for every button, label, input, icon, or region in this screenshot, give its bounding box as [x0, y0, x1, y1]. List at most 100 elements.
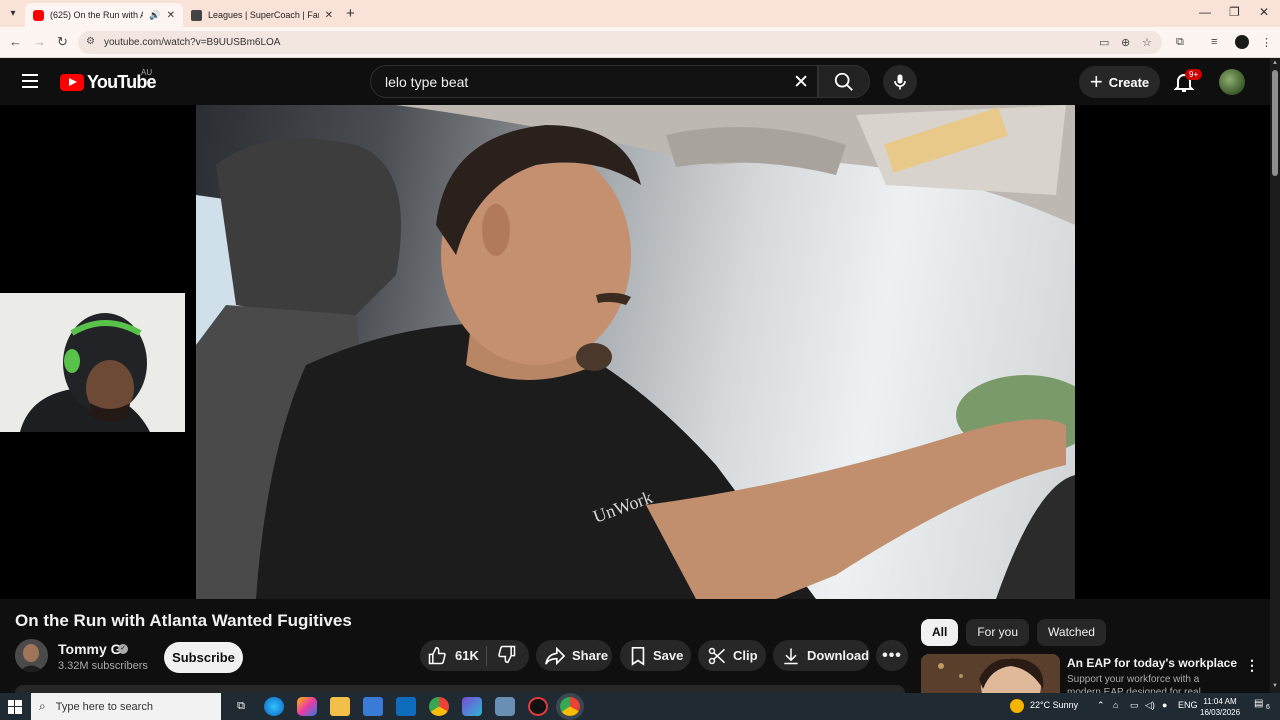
search-icon — [834, 72, 853, 91]
tab-title: Leagues | SuperCoach | Fantasy — [208, 10, 319, 20]
scissors-icon — [708, 647, 726, 664]
channel-avatar-image — [15, 639, 48, 672]
new-tab-icon[interactable]: + — [346, 5, 355, 22]
media-controls-icon[interactable]: ≡ — [1211, 36, 1217, 48]
share-icon — [545, 646, 566, 665]
edge-icon[interactable] — [264, 697, 284, 716]
close-window-icon[interactable]: ✕ — [1259, 5, 1269, 19]
dislike-button[interactable] — [487, 644, 517, 667]
taskbar-search-placeholder: Type here to search — [55, 700, 153, 713]
scroll-thumb[interactable] — [1272, 70, 1278, 176]
download-button[interactable]: Download — [773, 640, 870, 671]
download-icon — [784, 648, 798, 664]
browser-tab-strip: ▾ (625) On the Run with Atla 🔊 ✕ Leagues… — [0, 0, 1280, 27]
minimize-icon[interactable]: — — [1199, 5, 1211, 19]
weather-sun-icon[interactable] — [1010, 699, 1024, 713]
zoom-icon[interactable]: ⊕ — [1121, 36, 1130, 49]
battery-icon[interactable]: ▭ — [1130, 700, 1139, 711]
ad-thumbnail[interactable] — [921, 654, 1060, 693]
clear-search-icon[interactable]: ✕ — [793, 71, 809, 94]
subscribe-button[interactable]: Subscribe — [164, 642, 243, 673]
search-button[interactable] — [818, 65, 870, 98]
chrome-icon[interactable] — [429, 697, 449, 716]
system-clock[interactable]: 11:04 AM 16/03/2026 — [1200, 696, 1240, 718]
chip-watched[interactable]: Watched — [1037, 619, 1106, 646]
ad-thumbnail-image — [921, 654, 1060, 693]
close-tab-icon[interactable]: ✕ — [325, 10, 333, 21]
back-icon[interactable]: ← — [9, 34, 22, 49]
network-icon[interactable]: ⌂ — [1113, 700, 1118, 710]
notification-center-icon[interactable]: ▤ — [1254, 698, 1263, 709]
taskbar-search-field[interactable]: ⌕ Type here to search — [31, 693, 221, 720]
close-tab-icon[interactable]: ✕ — [167, 10, 175, 21]
webcam-person — [0, 293, 185, 432]
speaker-icon[interactable]: 🔊 — [149, 10, 160, 21]
youtube-play-icon — [60, 74, 84, 91]
chip-for-you[interactable]: For you — [966, 619, 1030, 646]
outlook-icon[interactable] — [396, 697, 416, 716]
url-field[interactable]: ⚙ youtube.com/watch?v=B9UUSBm6LOA ▭ ⊕ ☆ — [78, 31, 1162, 54]
microphone-tray-icon[interactable]: ● — [1162, 700, 1167, 710]
menu-icon[interactable] — [22, 74, 38, 88]
chrome-active-icon[interactable] — [560, 697, 580, 716]
webcam-overlay — [0, 293, 185, 432]
like-dislike-group: 61K — [420, 640, 529, 671]
ad-options-icon[interactable]: ⋮ — [1245, 657, 1259, 674]
scroll-down-icon[interactable]: ▼ — [1272, 683, 1278, 689]
language-indicator[interactable]: ENG — [1178, 700, 1198, 710]
extensions-icon[interactable]: ⧉ — [1176, 36, 1184, 49]
recorder-icon[interactable] — [528, 697, 548, 716]
microphone-icon — [894, 74, 906, 90]
save-label: Save — [653, 648, 684, 663]
youtube-header: YouTube AU lelo type beat ✕ + Create 9+ — [0, 58, 1270, 105]
create-label: Create — [1108, 74, 1150, 90]
channel-name[interactable]: Tommy G — [58, 641, 122, 657]
like-button[interactable]: 61K — [420, 645, 487, 666]
tab-search-icon[interactable]: ▾ — [5, 6, 21, 22]
save-button[interactable]: Save — [620, 640, 691, 671]
teams-icon[interactable] — [462, 697, 482, 716]
volume-icon[interactable]: ◁) — [1145, 700, 1155, 711]
clip-label: Clip — [733, 648, 758, 663]
windows-taskbar: ⌕ Type here to search ⧉ 22°C Sunny ⌃ ⌂ ▭… — [0, 693, 1280, 720]
page-scrollbar[interactable]: ▲ ▼ — [1270, 58, 1280, 693]
ad-title[interactable]: An EAP for today's workplace — [1067, 656, 1237, 670]
clip-button[interactable]: Clip — [698, 640, 766, 671]
thumbs-up-icon — [428, 646, 446, 664]
chip-all[interactable]: All — [921, 619, 959, 646]
reload-icon[interactable]: ↻ — [57, 34, 68, 50]
windows-start-icon[interactable] — [8, 700, 22, 714]
channel-avatar[interactable] — [15, 639, 48, 672]
browser-menu-icon[interactable]: ⋮ — [1261, 36, 1272, 49]
video-player[interactable]: UnWork — [196, 105, 1075, 599]
search-input[interactable]: lelo type beat ✕ — [370, 65, 818, 98]
tab-supercoach[interactable]: Leagues | SuperCoach | Fantasy ✕ — [183, 3, 341, 27]
tray-overflow-icon[interactable]: ⌃ — [1097, 700, 1105, 711]
plus-icon: + — [1089, 69, 1103, 94]
copilot-icon[interactable] — [297, 697, 317, 716]
forward-icon[interactable]: → — [33, 34, 46, 49]
notification-count: 6 — [1266, 704, 1270, 711]
weather-text[interactable]: 22°C Sunny — [1030, 700, 1078, 710]
tab-youtube[interactable]: (625) On the Run with Atla 🔊 ✕ — [25, 3, 183, 27]
site-info-icon[interactable]: ⚙ — [86, 36, 95, 47]
create-button[interactable]: + Create — [1079, 66, 1160, 98]
shield-favicon-icon — [191, 9, 202, 21]
address-bar: ← → ↻ ⚙ youtube.com/watch?v=B9UUSBm6LOA … — [0, 27, 1280, 58]
country-code: AU — [141, 68, 153, 77]
more-actions-icon[interactable]: ••• — [876, 640, 908, 671]
restore-icon[interactable]: ❐ — [1229, 5, 1240, 19]
account-avatar[interactable] — [1219, 69, 1245, 95]
store-icon[interactable] — [363, 697, 383, 716]
description-box[interactable] — [15, 685, 905, 693]
install-app-icon[interactable]: ▭ — [1099, 36, 1109, 49]
voice-search-button[interactable] — [883, 65, 917, 99]
task-view-icon[interactable]: ⧉ — [231, 697, 251, 716]
browser-profile-avatar[interactable] — [1235, 35, 1249, 49]
app-icon[interactable] — [495, 697, 515, 716]
file-explorer-icon[interactable] — [330, 697, 350, 716]
share-button[interactable]: Share — [536, 640, 612, 671]
bookmark-star-icon[interactable]: ☆ — [1142, 36, 1152, 49]
search-icon: ⌕ — [39, 699, 46, 713]
scroll-up-icon[interactable]: ▲ — [1272, 60, 1278, 66]
